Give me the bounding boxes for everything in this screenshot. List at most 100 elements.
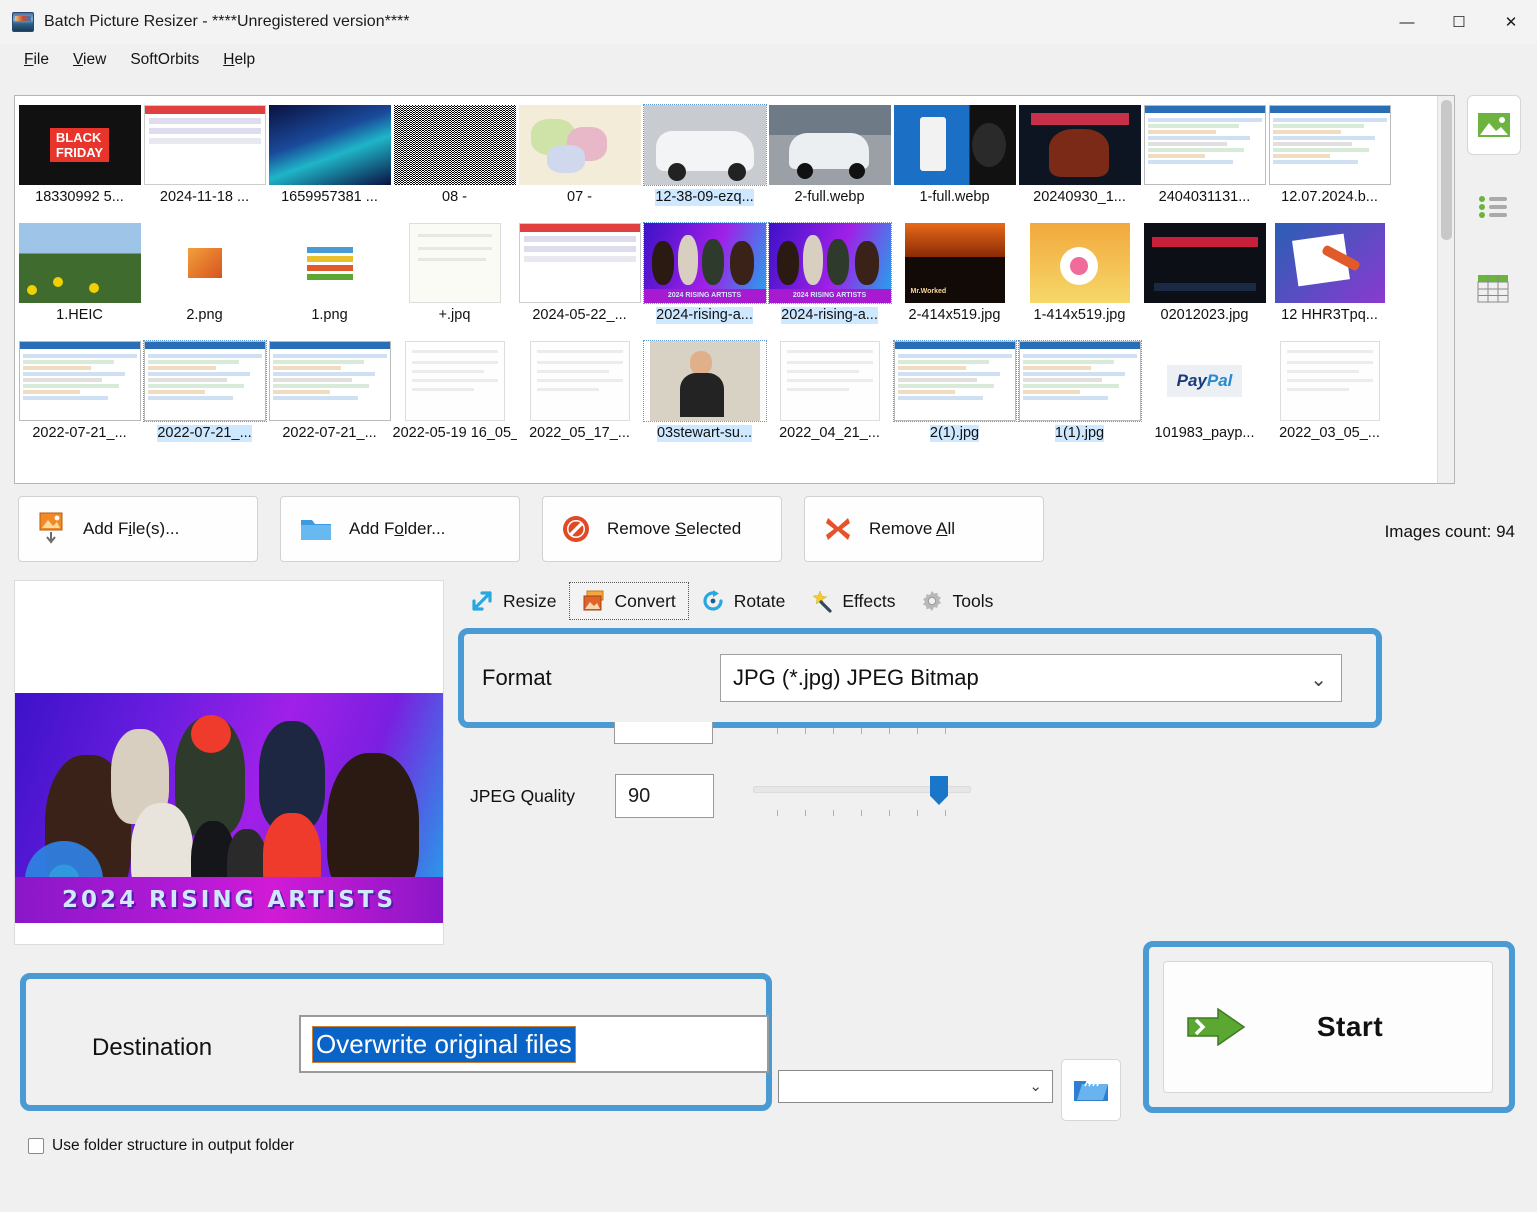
add-files-label: Add File(s)... <box>83 519 180 538</box>
remove-selected-button[interactable]: Remove Selected <box>542 496 782 562</box>
use-folder-structure-checkbox[interactable]: Use folder structure in output folder <box>28 1137 294 1155</box>
thumbnail-view-icon[interactable] <box>1467 95 1521 155</box>
thumbnail-caption: 12 HHR3Tpq... <box>1281 307 1378 323</box>
thumbnail-item[interactable]: 1.png <box>267 218 392 336</box>
thumbnail-item[interactable]: 2-full.webp <box>767 100 892 218</box>
thumbnail-item[interactable]: 2022_03_05_... <box>1267 336 1392 454</box>
thumbnail-item[interactable]: 08 - <box>392 100 517 218</box>
tab-rotate[interactable]: Rotate <box>689 583 798 619</box>
menu-help[interactable]: Help <box>211 47 267 73</box>
thumbnail-image <box>893 105 1016 185</box>
slider-ticks-bottom <box>777 810 946 816</box>
thumbnail-item[interactable]: 1659957381 ... <box>267 100 392 218</box>
thumbnail-caption: 1-414x519.jpg <box>1033 307 1126 323</box>
thumbnail-image <box>268 223 391 303</box>
thumbnail-item[interactable]: 2024-05-22_... <box>517 218 642 336</box>
thumbnail-item[interactable]: 03stewart-su... <box>642 336 767 454</box>
thumbnail-caption: 2022-07-21_... <box>282 425 377 441</box>
thumbnail-caption: 20240930_1... <box>1033 189 1126 205</box>
tab-resize-label: Resize <box>503 590 557 611</box>
thumbnail-item[interactable]: 1-414x519.jpg <box>1017 218 1142 336</box>
window-controls: — ☐ ✕ <box>1381 0 1537 44</box>
thumbnail-caption: 2024-rising-a... <box>656 307 753 324</box>
jpeg-quality-input[interactable]: 90 <box>615 774 714 818</box>
thumbnail-image <box>769 341 891 421</box>
menu-bar: File View SoftOrbits Help <box>0 44 1537 76</box>
thumbnail-item[interactable]: PayPal 101983_payp... <box>1142 336 1267 454</box>
thumbnail-item[interactable]: 2022-05-19 16_05_59 <box>392 336 517 454</box>
thumbnail-item[interactable]: 1(1).jpg <box>1017 336 1142 454</box>
thumbnail-image <box>394 341 516 421</box>
thumbnail-caption: 1(1).jpg <box>1054 425 1105 442</box>
close-icon[interactable]: ✕ <box>1485 0 1537 44</box>
green-arrow-icon <box>1187 1007 1246 1047</box>
menu-view[interactable]: View <box>61 47 118 73</box>
thumbnail-item[interactable]: 20240930_1... <box>1017 100 1142 218</box>
thumbnail-item[interactable]: 02012023.jpg <box>1142 218 1267 336</box>
add-folder-icon <box>301 520 331 540</box>
thumbnail-item[interactable]: 2024 RISING ARTISTS 2024-rising-a... <box>767 218 892 336</box>
remove-all-button[interactable]: Remove All <box>804 496 1044 562</box>
add-folder-button[interactable]: Add Folder... <box>280 496 520 562</box>
thumbnail-item[interactable]: 2022-07-21_... <box>142 336 267 454</box>
thumbnail-caption: 07 - <box>567 189 592 205</box>
thumbnail-item[interactable]: 12 HHR3Tpq... <box>1267 218 1392 336</box>
tab-effects[interactable]: Effects <box>797 583 907 619</box>
thumbnail-caption: 2-full.webp <box>794 189 865 205</box>
destination-select[interactable]: Overwrite original files <box>299 1015 769 1073</box>
tools-icon <box>922 591 941 611</box>
thumbnail-item[interactable]: 1-full.webp <box>892 100 1017 218</box>
jpeg-quality-slider[interactable] <box>753 770 971 822</box>
output-path-select[interactable]: ⌄ <box>778 1070 1053 1103</box>
grid-scrollbar-thumb[interactable] <box>1441 100 1452 240</box>
thumbnail-item[interactable]: 2022-07-21_... <box>17 336 142 454</box>
maximize-icon[interactable]: ☐ <box>1433 0 1485 44</box>
thumbnail-item[interactable]: 2024 RISING ARTISTS 2024-rising-a... <box>642 218 767 336</box>
tab-convert[interactable]: Convert <box>568 582 689 620</box>
remove-selected-label: Remove Selected <box>607 519 742 538</box>
minimize-icon[interactable]: — <box>1381 0 1433 44</box>
slider-thumb[interactable] <box>930 776 948 805</box>
resize-field-partial[interactable] <box>614 722 713 744</box>
thumbnail-item[interactable]: +.jpq <box>392 218 517 336</box>
thumbnail-image <box>1143 223 1266 303</box>
thumbnail-caption: 2024-11-18 ... <box>159 189 250 205</box>
details-view-icon[interactable] <box>1467 259 1521 319</box>
browse-folder-button[interactable] <box>1061 1059 1121 1121</box>
thumbnail-item[interactable]: 2022_05_17_... <box>517 336 642 454</box>
add-folder-label: Add Folder... <box>349 519 446 538</box>
tab-tools-label: Tools <box>952 590 994 611</box>
thumbnail-image <box>142 340 267 422</box>
thumbnail-item[interactable]: 2404031131... <box>1142 100 1267 218</box>
thumbnail-caption: 2024-05-22_... <box>532 307 627 323</box>
thumbnail-item[interactable]: 2(1).jpg <box>892 336 1017 454</box>
thumbnail-item[interactable]: 2.png <box>142 218 267 336</box>
start-button[interactable]: Start <box>1163 961 1493 1093</box>
thumbnail-item[interactable]: Mr.Worked 2-414x519.jpg <box>892 218 1017 336</box>
format-select[interactable]: JPG (*.jpg) JPEG Bitmap ⌄ <box>720 654 1342 702</box>
add-files-button[interactable]: Add File(s)... <box>18 496 258 562</box>
thumbnail-image <box>393 105 516 185</box>
menu-file[interactable]: File <box>12 47 61 73</box>
thumbnail-item[interactable]: BLACK FRIDAY 18330992 5... <box>17 100 142 218</box>
tab-tools[interactable]: Tools <box>908 583 1006 619</box>
menu-softorbits[interactable]: SoftOrbits <box>118 47 211 73</box>
title-bar: Batch Picture Resizer - ****Unregistered… <box>0 0 1537 44</box>
thumbnail-image: 2024 RISING ARTISTS <box>642 222 767 304</box>
grid-scrollbar[interactable] <box>1437 96 1454 483</box>
thumbnail-item[interactable]: 07 - <box>517 100 642 218</box>
thumbnail-image: BLACK FRIDAY <box>18 105 141 185</box>
rotate-icon <box>703 590 723 611</box>
checkbox-box[interactable] <box>28 1138 44 1154</box>
tab-resize[interactable]: Resize <box>458 583 569 619</box>
thumbnail-item[interactable]: 2024-11-18 ... <box>142 100 267 218</box>
thumbnail-image <box>1017 340 1142 422</box>
thumbnail-item[interactable]: 2022-07-21_... <box>267 336 392 454</box>
thumbnail-item[interactable]: 12.07.2024.b... <box>1267 100 1392 218</box>
file-actions-toolbar: Add File(s)... Add Folder... Remove Sele… <box>18 496 1044 562</box>
thumbnail-item[interactable]: 12-38-09-ezq... <box>642 100 767 218</box>
file-thumbnail-grid[interactable]: BLACK FRIDAY 18330992 5... 2024-11-18 ... 16… <box>14 95 1455 484</box>
thumbnail-item[interactable]: 1.HEIC <box>17 218 142 336</box>
thumbnail-item[interactable]: 2022_04_21_... <box>767 336 892 454</box>
list-view-icon[interactable] <box>1467 177 1521 237</box>
